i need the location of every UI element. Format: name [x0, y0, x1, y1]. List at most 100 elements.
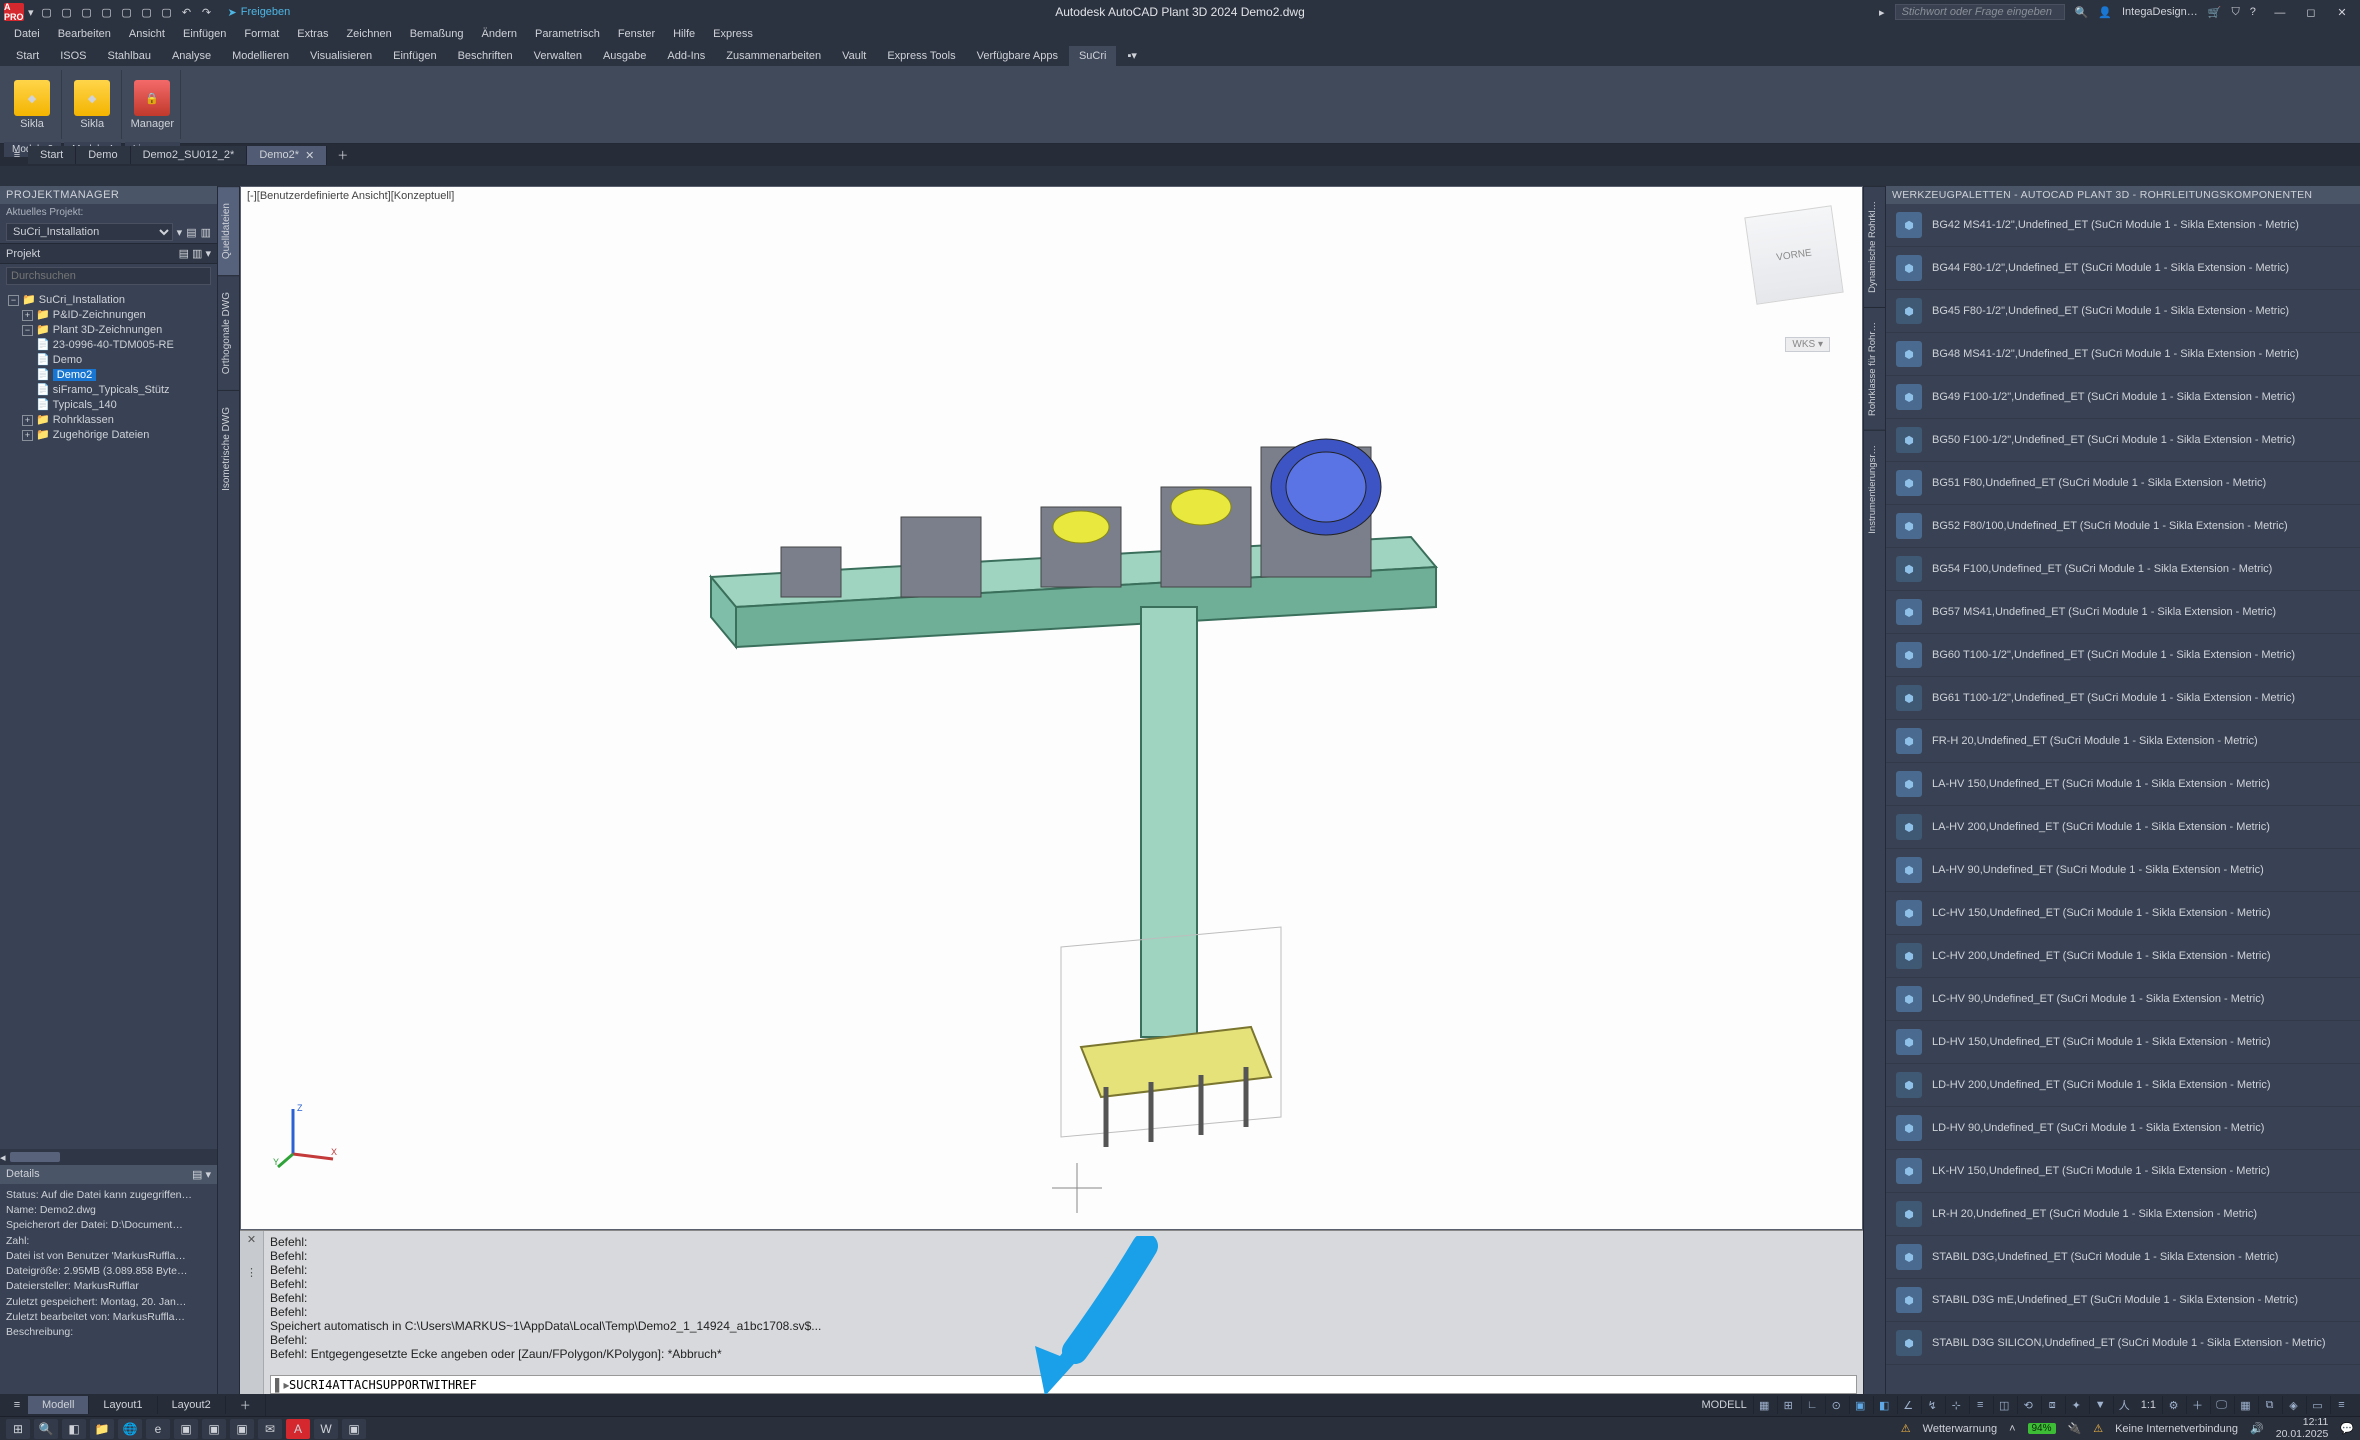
sikla-button-1[interactable]: ◆ Sikla — [4, 70, 60, 140]
tb-chrome-icon[interactable]: 🌐 — [118, 1419, 142, 1439]
status-clean-icon[interactable]: ▭ — [2306, 1396, 2328, 1414]
palette-item[interactable]: ⬢STABIL D3G mE,Undefined_ET (SuCri Modul… — [1886, 1279, 2360, 1322]
menu-express[interactable]: Express — [705, 26, 761, 42]
menu-datei[interactable]: Datei — [6, 26, 48, 42]
file-tab-demo[interactable]: Demo — [76, 146, 130, 164]
status-3d-icon[interactable]: ⧈ — [2041, 1396, 2063, 1414]
status-dynucs-icon[interactable]: ↯ — [1921, 1396, 1943, 1414]
palette-item[interactable]: ⬢LK-HV 150,Undefined_ET (SuCri Module 1 … — [1886, 1150, 2360, 1193]
status-grid-icon[interactable]: ▦ — [1753, 1396, 1775, 1414]
tb-search-icon[interactable]: 🔍 — [34, 1419, 58, 1439]
tab-zusammenarbeiten[interactable]: Zusammenarbeiten — [716, 46, 831, 66]
sikla-button-2[interactable]: ◆ Sikla — [64, 70, 120, 140]
palette-item[interactable]: ⬢LC-HV 150,Undefined_ET (SuCri Module 1 … — [1886, 892, 2360, 935]
status-anno-icon[interactable]: 人 — [2113, 1396, 2135, 1414]
palette-list[interactable]: ⬢BG42 MS41-1/2",Undefined_ET (SuCri Modu… — [1886, 204, 2360, 1394]
tb-sound-icon[interactable]: 🔊 — [2250, 1422, 2264, 1435]
tb-app4-icon[interactable]: ▣ — [342, 1419, 366, 1439]
tab-modellieren[interactable]: Modellieren — [222, 46, 299, 66]
menu-fenster[interactable]: Fenster — [610, 26, 663, 42]
layout-tab-1[interactable]: Layout1 — [89, 1396, 157, 1414]
layout-tab-2[interactable]: Layout2 — [158, 1396, 226, 1414]
tab-apps[interactable]: Verfügbare Apps — [967, 46, 1068, 66]
palette-item[interactable]: ⬢FR-H 20,Undefined_ET (SuCri Module 1 - … — [1886, 720, 2360, 763]
palette-item[interactable]: ⬢LC-HV 200,Undefined_ET (SuCri Module 1 … — [1886, 935, 2360, 978]
status-units-icon[interactable]: ⧉ — [2258, 1396, 2280, 1414]
help-icon[interactable]: ? — [2250, 6, 2256, 18]
palette-item[interactable]: ⬢BG54 F100,Undefined_ET (SuCri Module 1 … — [1886, 548, 2360, 591]
tb-battery[interactable]: 94% — [2028, 1423, 2056, 1434]
status-dyn-icon[interactable]: ⊹ — [1945, 1396, 1967, 1414]
pm-tool1-icon[interactable]: ▤ — [186, 226, 196, 239]
drawing-viewport[interactable]: [-][Benutzerdefinierte Ansicht][Konzeptu… — [240, 186, 1863, 1230]
tb-acad-icon[interactable]: A — [286, 1419, 310, 1439]
palette-item[interactable]: ⬢BG60 T100-1/2",Undefined_ET (SuCri Modu… — [1886, 634, 2360, 677]
palette-item[interactable]: ⬢BG45 F80-1/2",Undefined_ET (SuCri Modul… — [1886, 290, 2360, 333]
minimize-icon[interactable]: — — [2266, 7, 2294, 19]
tb-net-label[interactable]: Keine Internetverbindung — [2115, 1423, 2238, 1435]
palette-item[interactable]: ⬢LA-HV 90,Undefined_ET (SuCri Module 1 -… — [1886, 849, 2360, 892]
file-tab-demo2su[interactable]: Demo2_SU012_2* — [131, 146, 248, 164]
status-filter-icon[interactable]: ▼ — [2089, 1396, 2111, 1414]
status-modell[interactable]: MODELL — [1701, 1399, 1746, 1411]
infocenter-search[interactable]: Stichwort oder Frage eingeben — [1895, 4, 2065, 20]
tab-ausgabe[interactable]: Ausgabe — [593, 46, 656, 66]
tb-power-icon[interactable]: 🔌 — [2068, 1422, 2082, 1435]
tb-app1-icon[interactable]: ▣ — [174, 1419, 198, 1439]
menu-einfuegen[interactable]: Einfügen — [175, 26, 234, 42]
status-transparency-icon[interactable]: ◫ — [1993, 1396, 2015, 1414]
vtab-quelldateien[interactable]: Quelldateien — [218, 186, 239, 275]
tab-stahlbau[interactable]: Stahlbau — [98, 46, 161, 66]
tab-analyse[interactable]: Analyse — [162, 46, 221, 66]
palette-item[interactable]: ⬢BG44 F80-1/2",Undefined_ET (SuCri Modul… — [1886, 247, 2360, 290]
pm-tree[interactable]: −📁 SuCri_Installation +📁 P&ID-Zeichnunge… — [0, 288, 217, 548]
pm-section-icons[interactable]: ▤ ▥ ▾ — [179, 247, 211, 260]
pm-hscroll[interactable]: ◂ — [0, 1149, 217, 1165]
menu-bemassung[interactable]: Bemaßung — [402, 26, 472, 42]
tab-beschriften[interactable]: Beschriften — [448, 46, 523, 66]
tab-express-tools[interactable]: Express Tools — [877, 46, 965, 66]
status-ortho-icon[interactable]: ∟ — [1801, 1396, 1823, 1414]
layout-tab-modell[interactable]: Modell — [28, 1396, 89, 1414]
palette-item[interactable]: ⬢LR-H 20,Undefined_ET (SuCri Module 1 - … — [1886, 1193, 2360, 1236]
cart-icon[interactable]: 🛒 — [2208, 6, 2222, 19]
tb-weather-label[interactable]: Wetterwarnung — [1923, 1423, 1997, 1435]
file-tab-start[interactable]: Start — [28, 146, 76, 164]
palette-item[interactable]: ⬢BG49 F100-1/2",Undefined_ET (SuCri Modu… — [1886, 376, 2360, 419]
account-icon[interactable]: ⛉ — [2232, 6, 2240, 19]
status-lwt-icon[interactable]: ≡ — [1969, 1396, 1991, 1414]
palette-item[interactable]: ⬢BG61 T100-1/2",Undefined_ET (SuCri Modu… — [1886, 677, 2360, 720]
pm-section-projekt[interactable]: Projekt ▤ ▥ ▾ — [0, 243, 217, 264]
tb-edge-icon[interactable]: e — [146, 1419, 170, 1439]
palette-item[interactable]: ⬢BG50 F100-1/2",Undefined_ET (SuCri Modu… — [1886, 419, 2360, 462]
pm-tool2-icon[interactable]: ▥ — [201, 226, 211, 239]
maximize-icon[interactable]: ◻ — [2297, 6, 2325, 19]
pm-search-input[interactable] — [6, 267, 211, 285]
qat-open-icon[interactable]: ▢ — [58, 3, 76, 21]
status-gizmo-icon[interactable]: ✦ — [2065, 1396, 2087, 1414]
status-custom-icon[interactable]: ≡ — [2330, 1396, 2352, 1414]
tab-addins[interactable]: Add-Ins — [657, 46, 715, 66]
add-file-tab[interactable]: ＋ — [327, 144, 358, 166]
palette-item[interactable]: ⬢STABIL D3G,Undefined_ET (SuCri Module 1… — [1886, 1236, 2360, 1279]
menu-aendern[interactable]: Ändern — [474, 26, 525, 42]
status-otrack-icon[interactable]: ∠ — [1897, 1396, 1919, 1414]
pm-details-icons[interactable]: ▤ ▾ — [192, 1168, 211, 1181]
palette-item[interactable]: ⬢BG51 F80,Undefined_ET (SuCri Module 1 -… — [1886, 462, 2360, 505]
vtab-ortho-dwg[interactable]: Orthogonale DWG — [218, 275, 239, 390]
tab-isos[interactable]: ISOS — [50, 46, 96, 66]
qat-undo-icon[interactable]: ↶ — [178, 3, 196, 21]
qat-new-icon[interactable]: ▢ — [38, 3, 56, 21]
qat-dropdown-icon[interactable]: ▾ — [28, 6, 34, 19]
app-icon[interactable]: A PRO — [4, 3, 24, 21]
tab-visualisieren[interactable]: Visualisieren — [300, 46, 382, 66]
tab-vault[interactable]: Vault — [832, 46, 876, 66]
menu-ansicht[interactable]: Ansicht — [121, 26, 173, 42]
file-tab-demo2[interactable]: Demo2*✕ — [247, 146, 327, 165]
manager-button[interactable]: 🔒 Manager — [124, 70, 180, 140]
tb-start-icon[interactable]: ⊞ — [6, 1419, 30, 1439]
menu-bearbeiten[interactable]: Bearbeiten — [50, 26, 119, 42]
tb-app3-icon[interactable]: ▣ — [230, 1419, 254, 1439]
cmd-handle-icon[interactable]: ⋮ — [246, 1266, 257, 1279]
palette-item[interactable]: ⬢STABIL D3G SILICON,Undefined_ET (SuCri … — [1886, 1322, 2360, 1365]
